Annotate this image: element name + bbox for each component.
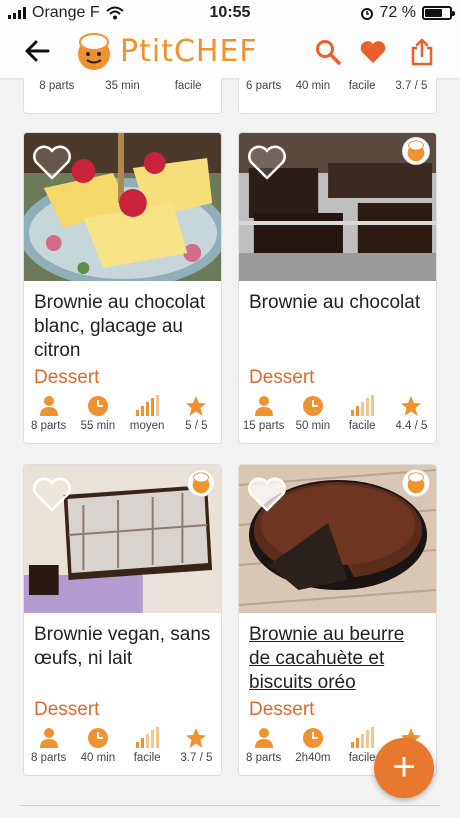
recipe-meta: 8 parts 55 min moyen 5 / 5 xyxy=(24,395,221,432)
duration: 55 min xyxy=(75,395,121,432)
search-icon[interactable] xyxy=(314,38,342,66)
difficulty: facile xyxy=(339,78,385,92)
person-icon xyxy=(254,396,273,416)
chef-avatar-icon xyxy=(402,469,430,497)
alarm-icon xyxy=(360,8,373,20)
recipe-title[interactable]: Brownie au chocolat blanc, glacage au ci… xyxy=(34,291,213,363)
app-logo[interactable]: PtitCHEF xyxy=(70,30,258,72)
chef-avatar-icon xyxy=(402,137,430,165)
status-bar: Orange F 10:55 72 % xyxy=(0,0,460,26)
star-icon xyxy=(186,728,207,748)
favorite-heart-icon[interactable] xyxy=(32,145,72,181)
servings: 8 parts xyxy=(26,727,72,764)
share-icon[interactable] xyxy=(408,38,436,66)
recipe-title[interactable]: Brownie au beurre de cacahuète et biscui… xyxy=(249,623,428,695)
recipe-title[interactable]: Brownie au chocolat xyxy=(249,291,428,315)
difficulty-bars-icon xyxy=(351,727,375,748)
difficulty-bars-icon xyxy=(136,395,160,416)
chef-logo-icon xyxy=(78,33,110,70)
recipe-card-partial[interactable]: 8 parts 35 min facile xyxy=(23,78,222,114)
recipe-category: Dessert xyxy=(34,699,100,720)
recipe-title[interactable]: Brownie vegan, sans œufs, ni lait xyxy=(34,623,213,671)
clock-icon xyxy=(87,396,108,416)
back-arrow-icon[interactable] xyxy=(22,36,52,66)
servings: 8 parts xyxy=(26,395,72,432)
duration: 2h40m xyxy=(290,727,336,764)
battery-percent: 72 % xyxy=(379,4,416,21)
person-icon xyxy=(254,728,273,748)
difficulty-bars-icon xyxy=(351,395,375,416)
favorite-heart-icon[interactable] xyxy=(247,477,287,513)
rating: 3.7 / 5 xyxy=(173,727,219,764)
duration: 50 min xyxy=(290,395,336,432)
recipe-card[interactable]: Brownie vegan, sans œufs, ni lait Desser… xyxy=(23,464,222,776)
clock-icon xyxy=(302,728,323,748)
add-recipe-button[interactable]: + xyxy=(374,738,434,798)
recipe-meta: 8 parts 40 min facile 3.7 / 5 xyxy=(24,727,221,764)
clock-icon xyxy=(87,728,108,748)
battery-icon xyxy=(422,6,455,20)
rating: 5 / 5 xyxy=(173,395,219,432)
chef-avatar-icon xyxy=(187,469,215,497)
star-icon xyxy=(401,396,422,416)
servings: 8 parts xyxy=(34,78,80,92)
recipe-card[interactable]: Brownie au chocolat blanc, glacage au ci… xyxy=(23,132,222,444)
person-icon xyxy=(39,396,58,416)
rating: 4.4 / 5 xyxy=(388,395,434,432)
recipe-card-partial[interactable]: 6 parts 40 min facile 3.7 / 5 xyxy=(238,78,437,114)
recipe-list[interactable]: 8 parts 35 min facile 6 parts 40 min fac… xyxy=(0,78,460,818)
difficulty: facile xyxy=(124,727,170,764)
star-icon xyxy=(186,396,207,416)
servings: 8 parts xyxy=(241,727,287,764)
logo-text: PtitCHEF xyxy=(120,33,258,69)
clock-icon xyxy=(302,396,323,416)
favorites-heart-icon[interactable] xyxy=(359,38,387,66)
recipe-card[interactable]: Brownie au chocolat Dessert 15 parts 50 … xyxy=(238,132,437,444)
duration: 40 min xyxy=(290,78,336,92)
app-bar: PtitCHEF xyxy=(0,26,460,78)
recipe-category: Dessert xyxy=(249,699,315,720)
person-icon xyxy=(39,728,58,748)
duration: 35 min xyxy=(99,78,145,92)
recipe-meta: 15 parts 50 min facile 4.4 / 5 xyxy=(239,395,436,432)
servings: 15 parts xyxy=(241,395,287,432)
difficulty-bars-icon xyxy=(136,727,160,748)
list-divider xyxy=(20,805,440,806)
recipe-card[interactable]: Brownie au beurre de cacahuète et biscui… xyxy=(238,464,437,776)
favorite-heart-icon[interactable] xyxy=(247,145,287,181)
difficulty: facile xyxy=(339,395,385,432)
duration: 40 min xyxy=(75,727,121,764)
status-right: 72 % xyxy=(360,4,455,22)
recipe-category: Dessert xyxy=(34,367,100,388)
recipe-category: Dessert xyxy=(249,367,315,388)
rating: 3.7 / 5 xyxy=(388,78,434,92)
favorite-heart-icon[interactable] xyxy=(32,477,72,513)
difficulty: moyen xyxy=(124,395,170,432)
servings: 6 parts xyxy=(241,78,287,92)
difficulty: facile xyxy=(165,78,211,92)
